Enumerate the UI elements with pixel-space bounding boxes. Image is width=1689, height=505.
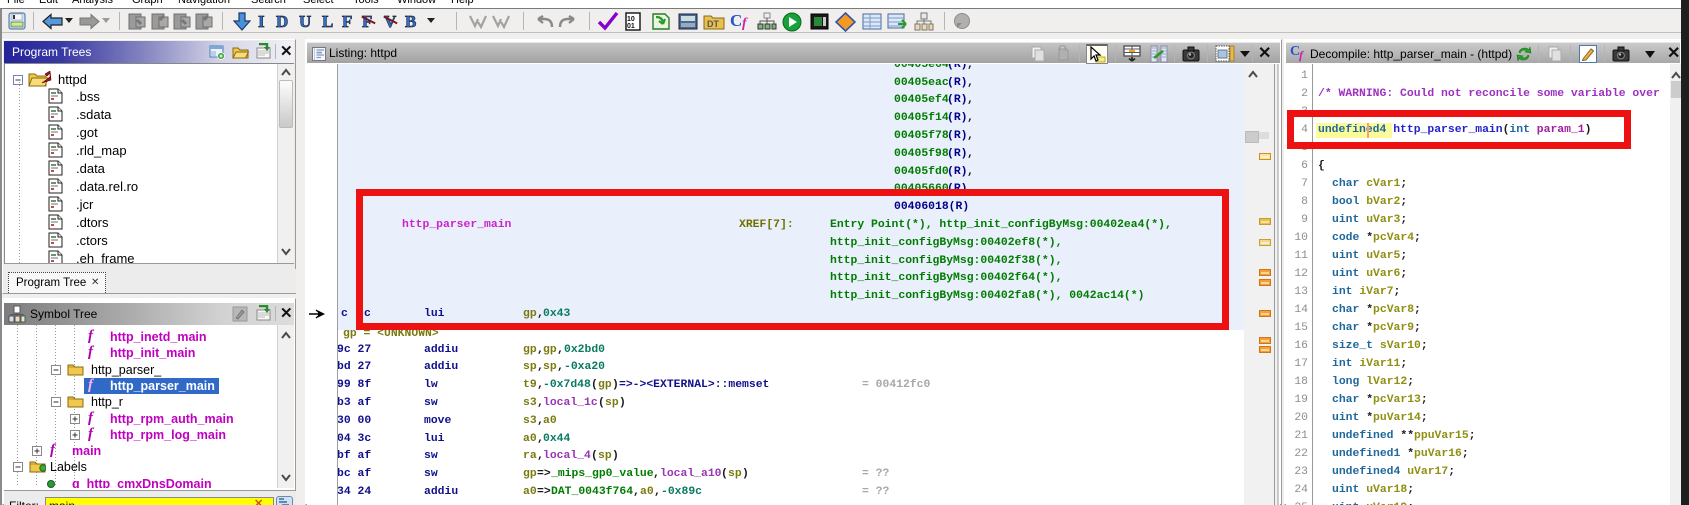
svg-text:DT: DT [707, 19, 719, 29]
svg-text:10: 10 [627, 16, 635, 23]
svg-text:01: 01 [627, 23, 635, 30]
